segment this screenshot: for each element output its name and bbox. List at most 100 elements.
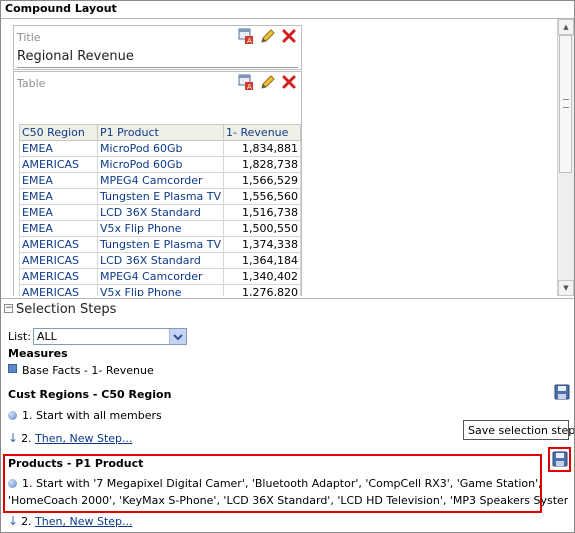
cell-product[interactable]: V5x Flip Phone <box>96 284 225 296</box>
svg-text:A: A <box>247 37 252 44</box>
cell-product[interactable]: MicroPod 60Gb <box>96 140 225 157</box>
selection-steps-header: − Selection Steps <box>1 298 574 319</box>
table-view: Table A C50 Region P1 Product 1- Revenue… <box>13 71 302 296</box>
format-view-icon[interactable]: A <box>238 74 254 91</box>
table-row: AMERICAS MicroPod 60Gb 1,828,738 <box>19 156 301 173</box>
cust-regions-heading: Cust Regions - C50 Region <box>8 388 172 401</box>
cell-revenue: 1,500,550 <box>223 220 301 237</box>
scroll-up-arrow-icon[interactable]: ▲ <box>558 19 574 35</box>
cell-product[interactable]: MPEG4 Camcorder <box>96 268 225 285</box>
grip-icon <box>563 99 569 108</box>
title-divider <box>17 67 298 68</box>
save-icon[interactable] <box>552 451 568 467</box>
table-row: AMERICAS V5x Flip Phone 1,276,820 <box>19 284 301 296</box>
table-row: AMERICAS Tungsten E Plasma TV 1,374,338 <box>19 236 301 253</box>
cell-product[interactable]: Tungsten E Plasma TV <box>96 188 225 205</box>
title-view-toolbar: A <box>236 28 297 45</box>
measures-heading: Measures <box>8 347 68 360</box>
compound-layout-title: Compound Layout <box>5 2 117 15</box>
save-tooltip: Save selection steps <box>463 420 574 440</box>
delete-x-icon[interactable] <box>281 28 297 44</box>
cell-revenue: 1,828,738 <box>223 156 301 173</box>
step-number: 2. <box>21 515 32 528</box>
cust-regions-step-2: ↓ 2. Then, New Step... <box>8 431 133 445</box>
step-text: 1. Start with '7 Megapixel Digital Camer… <box>22 477 542 490</box>
cell-product[interactable]: LCD 36X Standard <box>96 252 225 269</box>
compound-layout-header: Compound Layout <box>1 1 574 19</box>
step-number: 2. <box>21 432 32 445</box>
cell-revenue: 1,340,402 <box>223 268 301 285</box>
dropdown-arrow-icon[interactable] <box>169 329 186 344</box>
column-header-product[interactable]: P1 Product <box>96 124 225 141</box>
cust-regions-step-1: 1. Start with all members <box>8 409 162 422</box>
table-view-label: Table <box>17 77 46 90</box>
column-header-revenue[interactable]: 1- Revenue <box>223 124 301 141</box>
cell-region[interactable]: AMERICAS <box>19 284 98 296</box>
svg-text:A: A <box>247 83 252 90</box>
format-view-icon[interactable]: A <box>238 28 254 45</box>
products-step-1-continued: 'HomeCoach 2000', 'KeyMax S-Phone', 'LCD… <box>8 494 568 507</box>
cell-product[interactable]: MPEG4 Camcorder <box>96 172 225 189</box>
table-row: EMEA LCD 36X Standard 1,516,738 <box>19 204 301 221</box>
cell-region[interactable]: AMERICAS <box>19 236 98 253</box>
cell-product[interactable]: Tungsten E Plasma TV <box>96 236 225 253</box>
save-icon[interactable] <box>554 384 570 400</box>
compound-layout-scrollbar[interactable]: ▲ ▼ <box>557 19 574 296</box>
down-arrow-icon: ↓ <box>8 431 19 445</box>
cell-region[interactable]: EMEA <box>19 188 98 205</box>
pivot-table: C50 Region P1 Product 1- Revenue EMEA Mic… <box>19 124 301 296</box>
cell-revenue: 1,374,338 <box>223 236 301 253</box>
step-bullet-icon <box>8 479 17 488</box>
delete-x-icon[interactable] <box>281 74 297 90</box>
cell-revenue: 1,516,738 <box>223 204 301 221</box>
measures-item-label: Base Facts - 1- Revenue <box>22 364 154 377</box>
cell-product[interactable]: V5x Flip Phone <box>96 220 225 237</box>
step-text: 1. Start with all members <box>22 409 162 422</box>
selection-steps-title: Selection Steps <box>16 302 117 317</box>
edit-pencil-icon[interactable] <box>260 28 276 44</box>
table-row: AMERICAS MPEG4 Camcorder 1,340,402 <box>19 268 301 285</box>
title-view: Title A Regional Revenue <box>13 25 302 70</box>
down-arrow-icon: ↓ <box>8 514 19 528</box>
measure-square-icon <box>8 364 17 373</box>
cell-product[interactable]: LCD 36X Standard <box>96 204 225 221</box>
table-row: EMEA Tungsten E Plasma TV 1,556,560 <box>19 188 301 205</box>
step-bullet-icon <box>8 411 17 420</box>
collapse-toggle-icon[interactable]: − <box>4 304 13 313</box>
compound-layout-content: Title A Regional Revenue Table A C50 Reg… <box>1 19 574 296</box>
scroll-down-arrow-icon[interactable]: ▼ <box>558 280 574 296</box>
cell-region[interactable]: AMERICAS <box>19 268 98 285</box>
new-step-link[interactable]: Then, New Step... <box>35 432 132 445</box>
cell-region[interactable]: AMERICAS <box>19 252 98 269</box>
table-row: EMEA V5x Flip Phone 1,500,550 <box>19 220 301 237</box>
edit-pencil-icon[interactable] <box>260 74 276 90</box>
compound-layout-panel: Compound Layout Title A Regional Revenue <box>0 0 575 533</box>
cell-region[interactable]: EMEA <box>19 140 98 157</box>
scroll-thumb[interactable] <box>559 35 572 173</box>
cell-region[interactable]: EMEA <box>19 204 98 221</box>
cell-revenue: 1,566,529 <box>223 172 301 189</box>
new-step-link[interactable]: Then, New Step... <box>35 515 132 528</box>
cell-revenue: 1,556,560 <box>223 188 301 205</box>
table-header-row: C50 Region P1 Product 1- Revenue <box>19 124 301 141</box>
column-header-region[interactable]: C50 Region <box>19 124 98 141</box>
cell-revenue: 1,834,881 <box>223 140 301 157</box>
list-dropdown-value: ALL <box>37 330 57 343</box>
list-label: List: <box>8 330 31 343</box>
title-view-label: Title <box>17 31 41 44</box>
products-step-2: ↓ 2. Then, New Step... <box>8 514 133 528</box>
products-heading: Products - P1 Product <box>8 457 144 470</box>
cell-region[interactable]: EMEA <box>19 220 98 237</box>
cell-revenue: 1,276,820 <box>223 284 301 296</box>
cell-region[interactable]: AMERICAS <box>19 156 98 173</box>
table-view-toolbar: A <box>236 74 297 91</box>
cell-product[interactable]: MicroPod 60Gb <box>96 156 225 173</box>
list-dropdown[interactable]: ALL <box>33 328 187 345</box>
cell-revenue: 1,364,184 <box>223 252 301 269</box>
table-row: EMEA MPEG4 Camcorder 1,566,529 <box>19 172 301 189</box>
cell-region[interactable]: EMEA <box>19 172 98 189</box>
measures-item: Base Facts - 1- Revenue <box>8 364 154 377</box>
products-step-1: 1. Start with '7 Megapixel Digital Camer… <box>8 477 542 490</box>
table-row: EMEA MicroPod 60Gb 1,834,881 <box>19 140 301 157</box>
table-row: AMERICAS LCD 36X Standard 1,364,184 <box>19 252 301 269</box>
